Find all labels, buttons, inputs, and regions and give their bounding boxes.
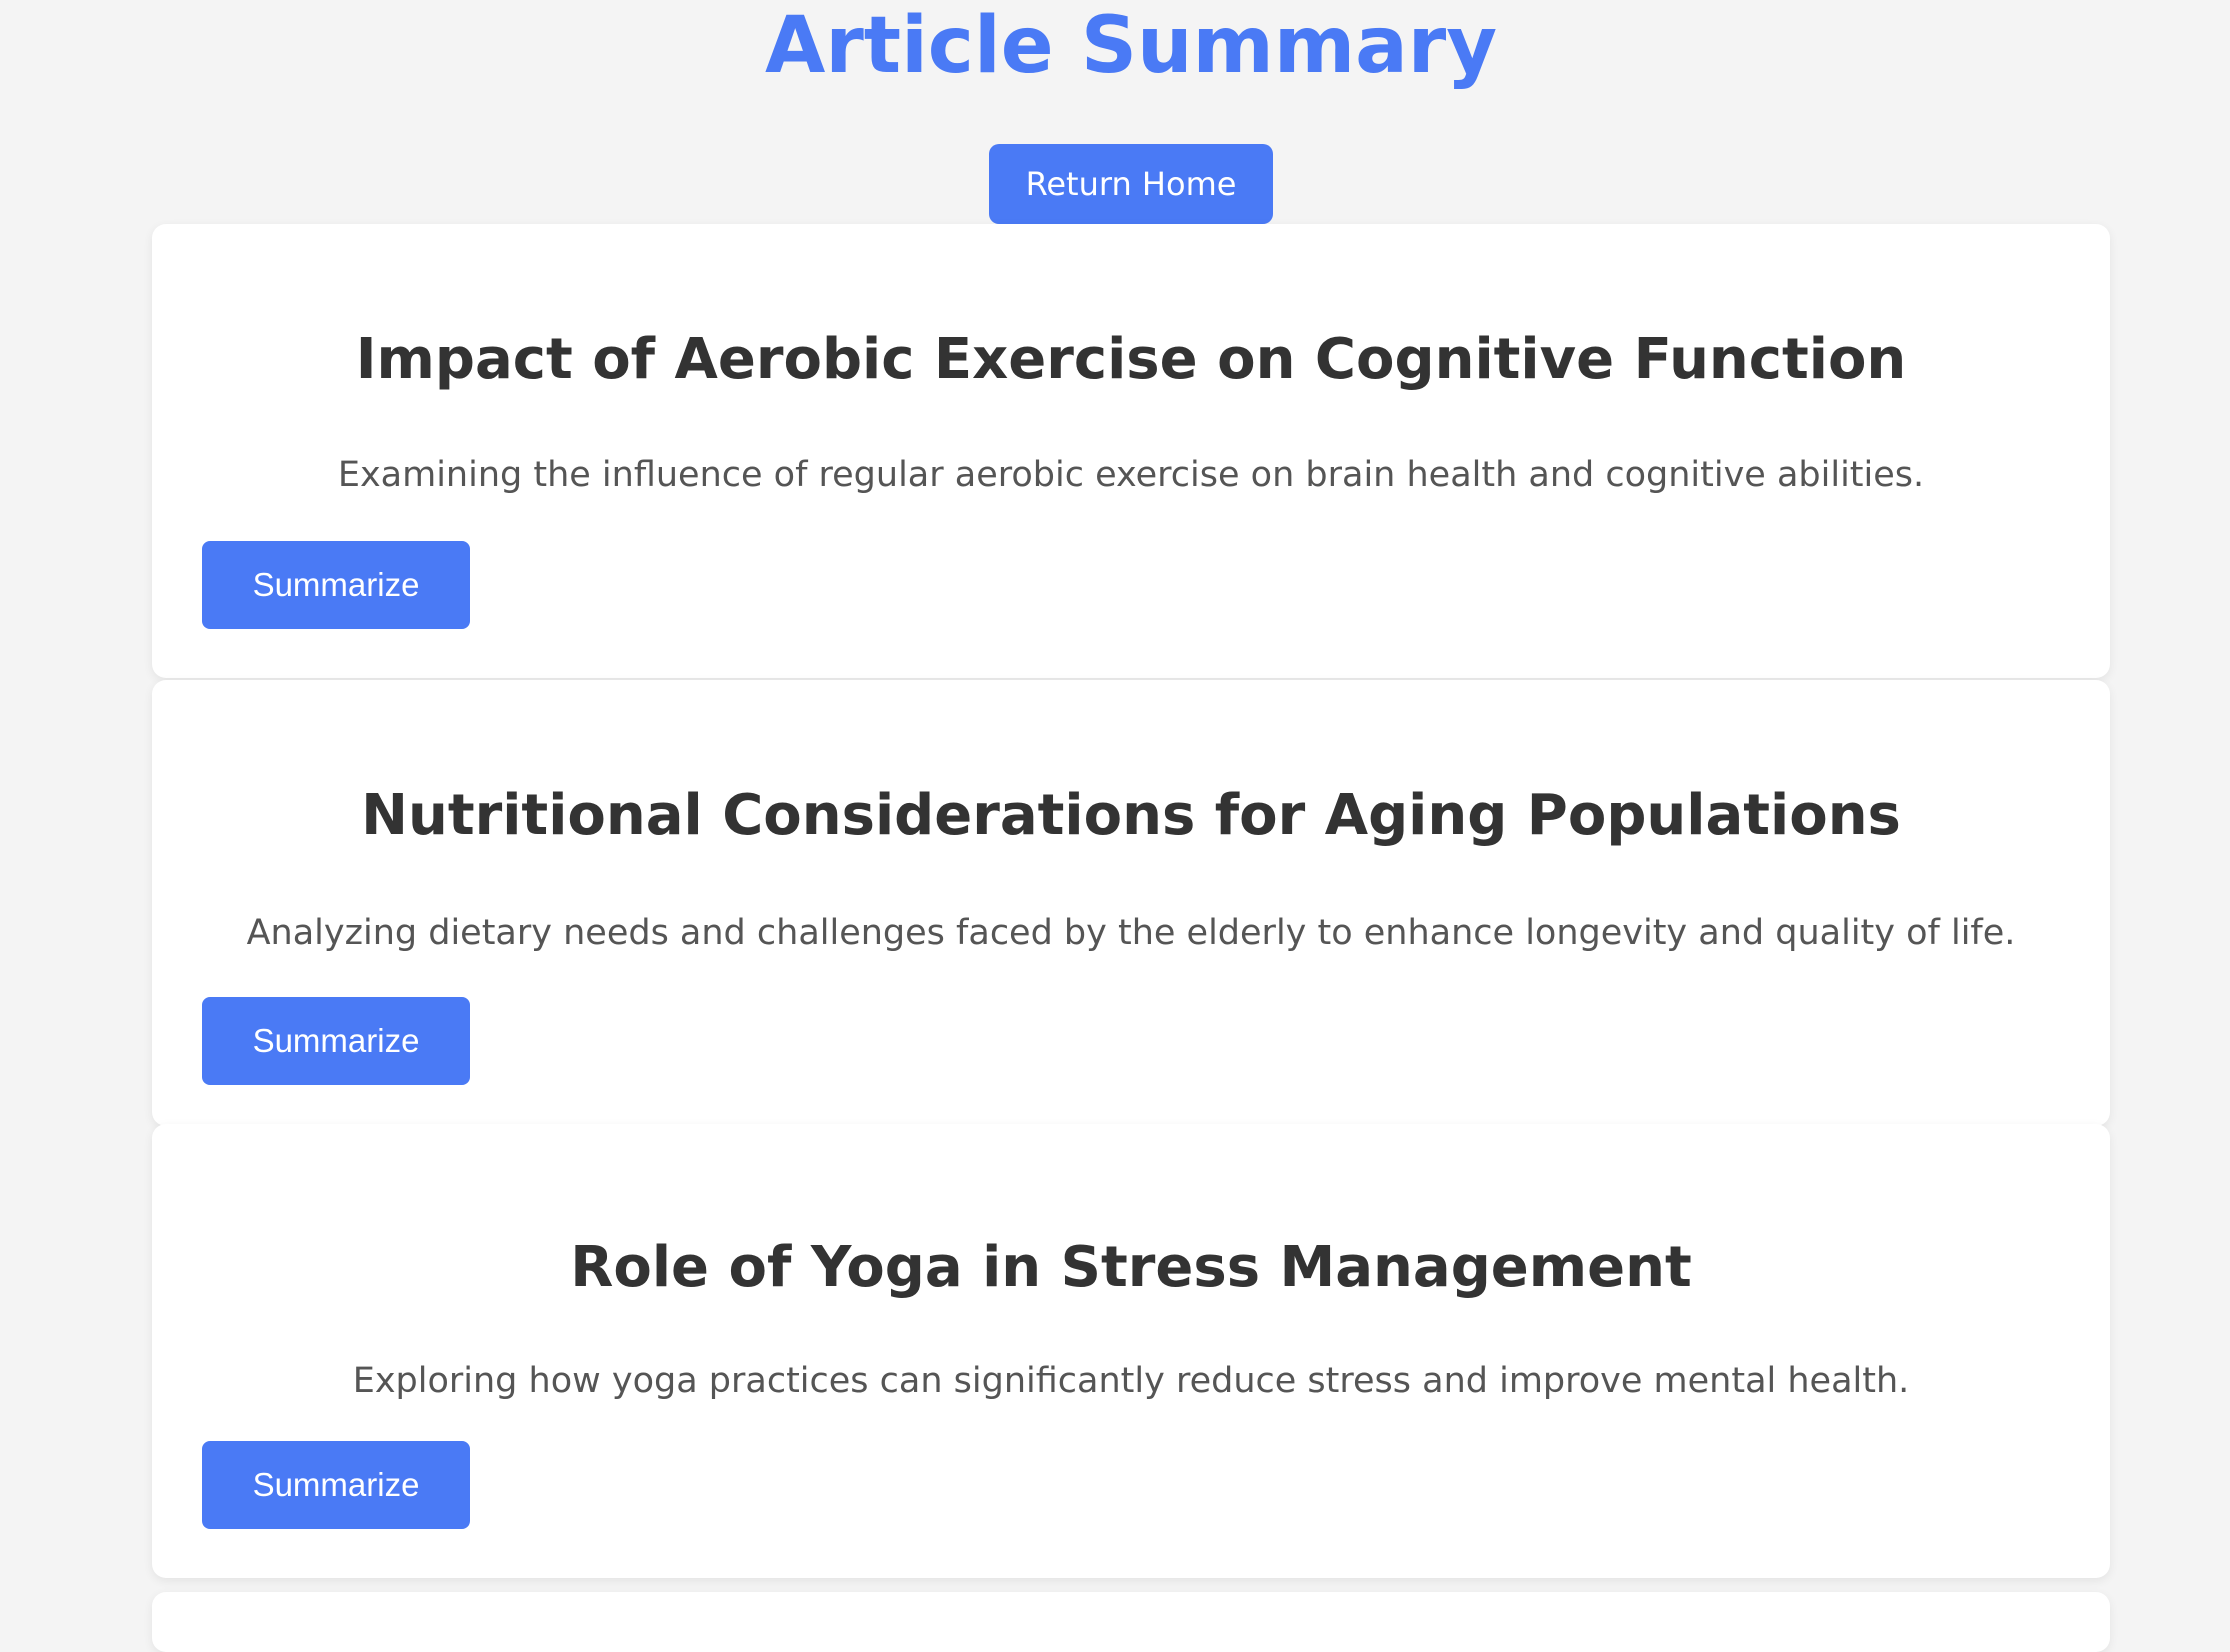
article-card-partial bbox=[152, 1592, 2110, 1652]
summarize-button[interactable]: Summarize bbox=[202, 541, 470, 629]
article-title: Impact of Aerobic Exercise on Cognitive … bbox=[355, 327, 1907, 392]
page-title: Article Summary bbox=[764, 1, 1498, 91]
article-card: Role of Yoga in Stress Management Explor… bbox=[152, 1124, 2110, 1578]
article-title: Nutritional Considerations for Aging Pop… bbox=[361, 783, 1901, 848]
article-list: Impact of Aerobic Exercise on Cognitive … bbox=[152, 224, 2110, 1652]
summarize-button[interactable]: Summarize bbox=[202, 997, 470, 1085]
article-description: Analyzing dietary needs and challenges f… bbox=[246, 913, 2016, 953]
article-description: Exploring how yoga practices can signifi… bbox=[352, 1361, 1910, 1401]
article-title: Role of Yoga in Stress Management bbox=[570, 1235, 1692, 1300]
article-description: Examining the influence of regular aerob… bbox=[337, 455, 1925, 495]
return-home-button[interactable]: Return Home bbox=[989, 144, 1273, 224]
summarize-button[interactable]: Summarize bbox=[202, 1441, 470, 1529]
article-card: Impact of Aerobic Exercise on Cognitive … bbox=[152, 224, 2110, 678]
article-card: Nutritional Considerations for Aging Pop… bbox=[152, 680, 2110, 1126]
